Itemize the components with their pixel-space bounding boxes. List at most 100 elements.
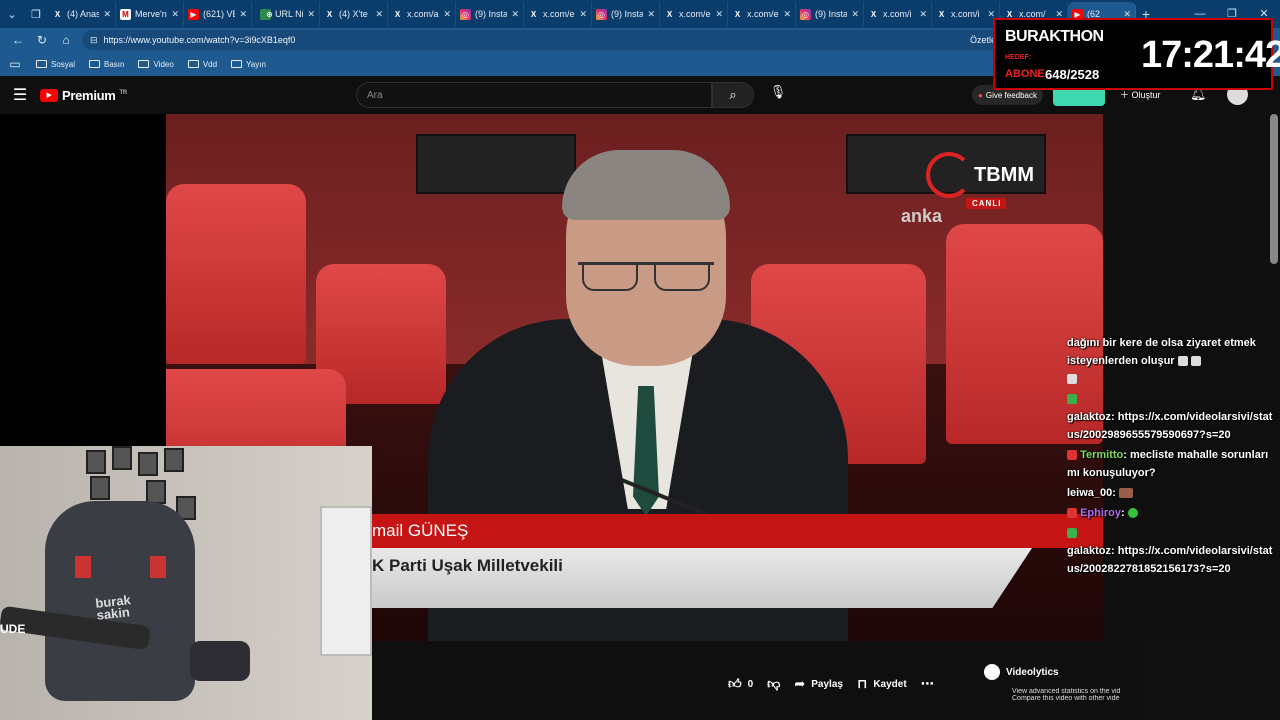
close-tab-icon[interactable]: ✕ <box>511 9 519 20</box>
more-actions-button[interactable]: ⋯ <box>921 676 934 692</box>
browser-tab[interactable]: Xx.com/e ✕ <box>660 2 728 26</box>
subathon-title: BURAKTHON <box>1005 28 1104 45</box>
tab-actions-icon[interactable]: ❐ <box>24 3 48 25</box>
screen: ⌄ ❐ X(4) Anas✕MMerve'n✕▶(621) VE✕⊕URL Ni… <box>0 0 1280 720</box>
like-button[interactable]: 👍︎ 0 <box>728 676 753 692</box>
logo-text: Premium <box>62 87 116 103</box>
search-placeholder: Ara <box>367 89 383 101</box>
speaker-name: mail GÜNEŞ <box>372 514 1103 548</box>
bookmark-label: Basın <box>104 59 125 69</box>
reading-list-icon[interactable]: ▭ <box>8 57 22 71</box>
close-tab-icon[interactable]: ✕ <box>171 9 179 20</box>
page-scrollbar[interactable] <box>1270 114 1278 264</box>
browser-tab[interactable]: M Merve'n ✕ <box>116 2 184 26</box>
chat-message: Termitto: mecliste mahalle sorunları mı … <box>1067 449 1269 479</box>
address-bar[interactable]: ⊟ https://www.youtube.com/watch?v=3i9cXB… <box>82 30 1002 50</box>
bookmark-folder[interactable]: Video <box>138 60 174 69</box>
close-tab-icon[interactable]: ✕ <box>715 9 723 20</box>
bookmark-folder[interactable]: Vdd <box>187 59 218 69</box>
menu-icon[interactable]: ☰ <box>0 85 40 105</box>
browser-tab[interactable]: Xx.com/e ✕ <box>524 2 592 26</box>
instagram-icon: ◎ <box>596 8 607 20</box>
back-icon[interactable]: ← <box>6 33 30 47</box>
folder-icon <box>138 60 150 68</box>
chat-message: galaktoz: https://x.com/videolarsivi/sta… <box>1067 524 1277 578</box>
tab-label: x.com/i <box>951 9 980 19</box>
badge-icon <box>1067 528 1077 539</box>
dislike-button[interactable]: 👎︎ <box>767 676 780 692</box>
browser-tab[interactable]: Xx.com/al ✕ <box>388 2 456 26</box>
instagram-icon: ◎ <box>460 8 471 20</box>
save-label: Kaydet <box>873 678 907 690</box>
bookmark-label: Vdd <box>202 59 218 69</box>
browser-tab[interactable]: ◎ (9) Insta ✕ <box>456 2 524 26</box>
tab-label: x.com/e <box>747 9 779 19</box>
browser-tab[interactable]: Xx.com/e ✕ <box>728 2 796 26</box>
folder-icon <box>187 60 199 68</box>
share-icon: ➦ <box>794 676 806 691</box>
instagram-icon: ◎ <box>800 8 811 20</box>
close-tab-icon[interactable]: ✕ <box>851 9 859 20</box>
close-tab-icon[interactable]: ✕ <box>579 9 587 20</box>
close-tab-icon[interactable]: ✕ <box>919 9 927 20</box>
chat-message: dağını bir kere de olsa ziyaret etmek is… <box>1067 334 1277 388</box>
youtube-logo[interactable]: ▶ Premium TR <box>40 88 127 103</box>
chat-username: galaktoz <box>1067 411 1112 423</box>
browser-tab[interactable]: ⊕URL Nin ✕ <box>252 2 320 26</box>
wall-photo <box>164 448 184 472</box>
badge-icon <box>1067 394 1077 405</box>
videolytics-panel[interactable]: Videolytics View advanced statistics on … <box>980 656 1144 720</box>
home-icon[interactable]: ⌂ <box>54 33 78 47</box>
browser-tab[interactable]: Xx.com/i ✕ <box>932 2 1000 26</box>
bookmark-label: Sosyal <box>51 59 76 69</box>
folder-icon <box>36 60 47 68</box>
refresh-icon[interactable]: ↻ <box>30 33 54 47</box>
close-tab-icon[interactable]: ✕ <box>307 9 315 20</box>
browser-tab[interactable]: X (4) Anas ✕ <box>48 2 116 26</box>
video-letterbox <box>0 114 166 447</box>
search-input[interactable]: Ara <box>356 82 712 108</box>
tab-list-chevron-icon[interactable]: ⌄ <box>0 3 24 25</box>
browser-tab[interactable]: ▶ (621) VE ✕ <box>184 2 252 26</box>
videolytics-header: Videolytics <box>980 656 1144 688</box>
close-tab-icon[interactable]: ✕ <box>783 9 791 20</box>
tbmm-logo: TBMM CANLI <box>926 152 1034 209</box>
search-icon: ⌕ <box>729 87 737 102</box>
parliament-seat <box>166 184 306 364</box>
voice-search-icon[interactable]: 🎙︎ <box>766 84 790 106</box>
tab-label: x.com/al <box>407 9 440 19</box>
search-button[interactable]: ⌕ <box>712 82 754 108</box>
share-button[interactable]: ➦ Paylaş <box>794 676 843 692</box>
feedback-label: Give feedback <box>985 90 1037 100</box>
bookmark-folder[interactable]: Yayın <box>231 60 266 69</box>
close-tab-icon[interactable]: ✕ <box>375 9 383 20</box>
youtube-play-icon: ▶ <box>40 88 58 102</box>
chair-accent <box>75 556 91 578</box>
tab-label: (9) Insta <box>815 9 848 19</box>
emote-icon <box>1119 488 1133 499</box>
browser-tab[interactable]: X (4) X'te ✕ <box>320 2 388 26</box>
chat-username: galaktoz <box>1067 545 1112 557</box>
close-tab-icon[interactable]: ✕ <box>443 9 451 20</box>
bookmark-folder[interactable]: Sosyal <box>36 60 75 69</box>
tab-label: x.com/e <box>679 9 711 19</box>
close-tab-icon[interactable]: ✕ <box>239 9 247 20</box>
tab-label: (621) VE <box>203 9 236 19</box>
browser-tab[interactable]: ◎ (9) Insta ✕ <box>796 2 864 26</box>
site-info-icon[interactable]: ⊟ <box>90 35 98 46</box>
bookmark-label: Yayın <box>246 59 266 69</box>
chair-brand: burak sakin <box>95 592 133 623</box>
chat-username: leiwa_00 <box>1067 487 1113 499</box>
bookmark-folder[interactable]: Basın <box>89 60 124 69</box>
close-tab-icon[interactable]: ✕ <box>103 9 111 20</box>
youtube-icon: ▶ <box>188 8 199 20</box>
save-button[interactable]: ⊓ Kaydet <box>857 676 907 692</box>
close-tab-icon[interactable]: ✕ <box>647 9 655 20</box>
x-logo-icon: X <box>326 9 333 19</box>
x-logo-icon: X <box>530 9 537 19</box>
webcam-overlay: burak sakin UDE <box>0 446 372 720</box>
speaker-glasses <box>578 262 714 291</box>
chat-message: Ephiroy: <box>1067 504 1277 522</box>
browser-tab[interactable]: Xx.com/i ✕ <box>864 2 932 26</box>
browser-tab[interactable]: ◎ (9) Insta ✕ <box>592 2 660 26</box>
